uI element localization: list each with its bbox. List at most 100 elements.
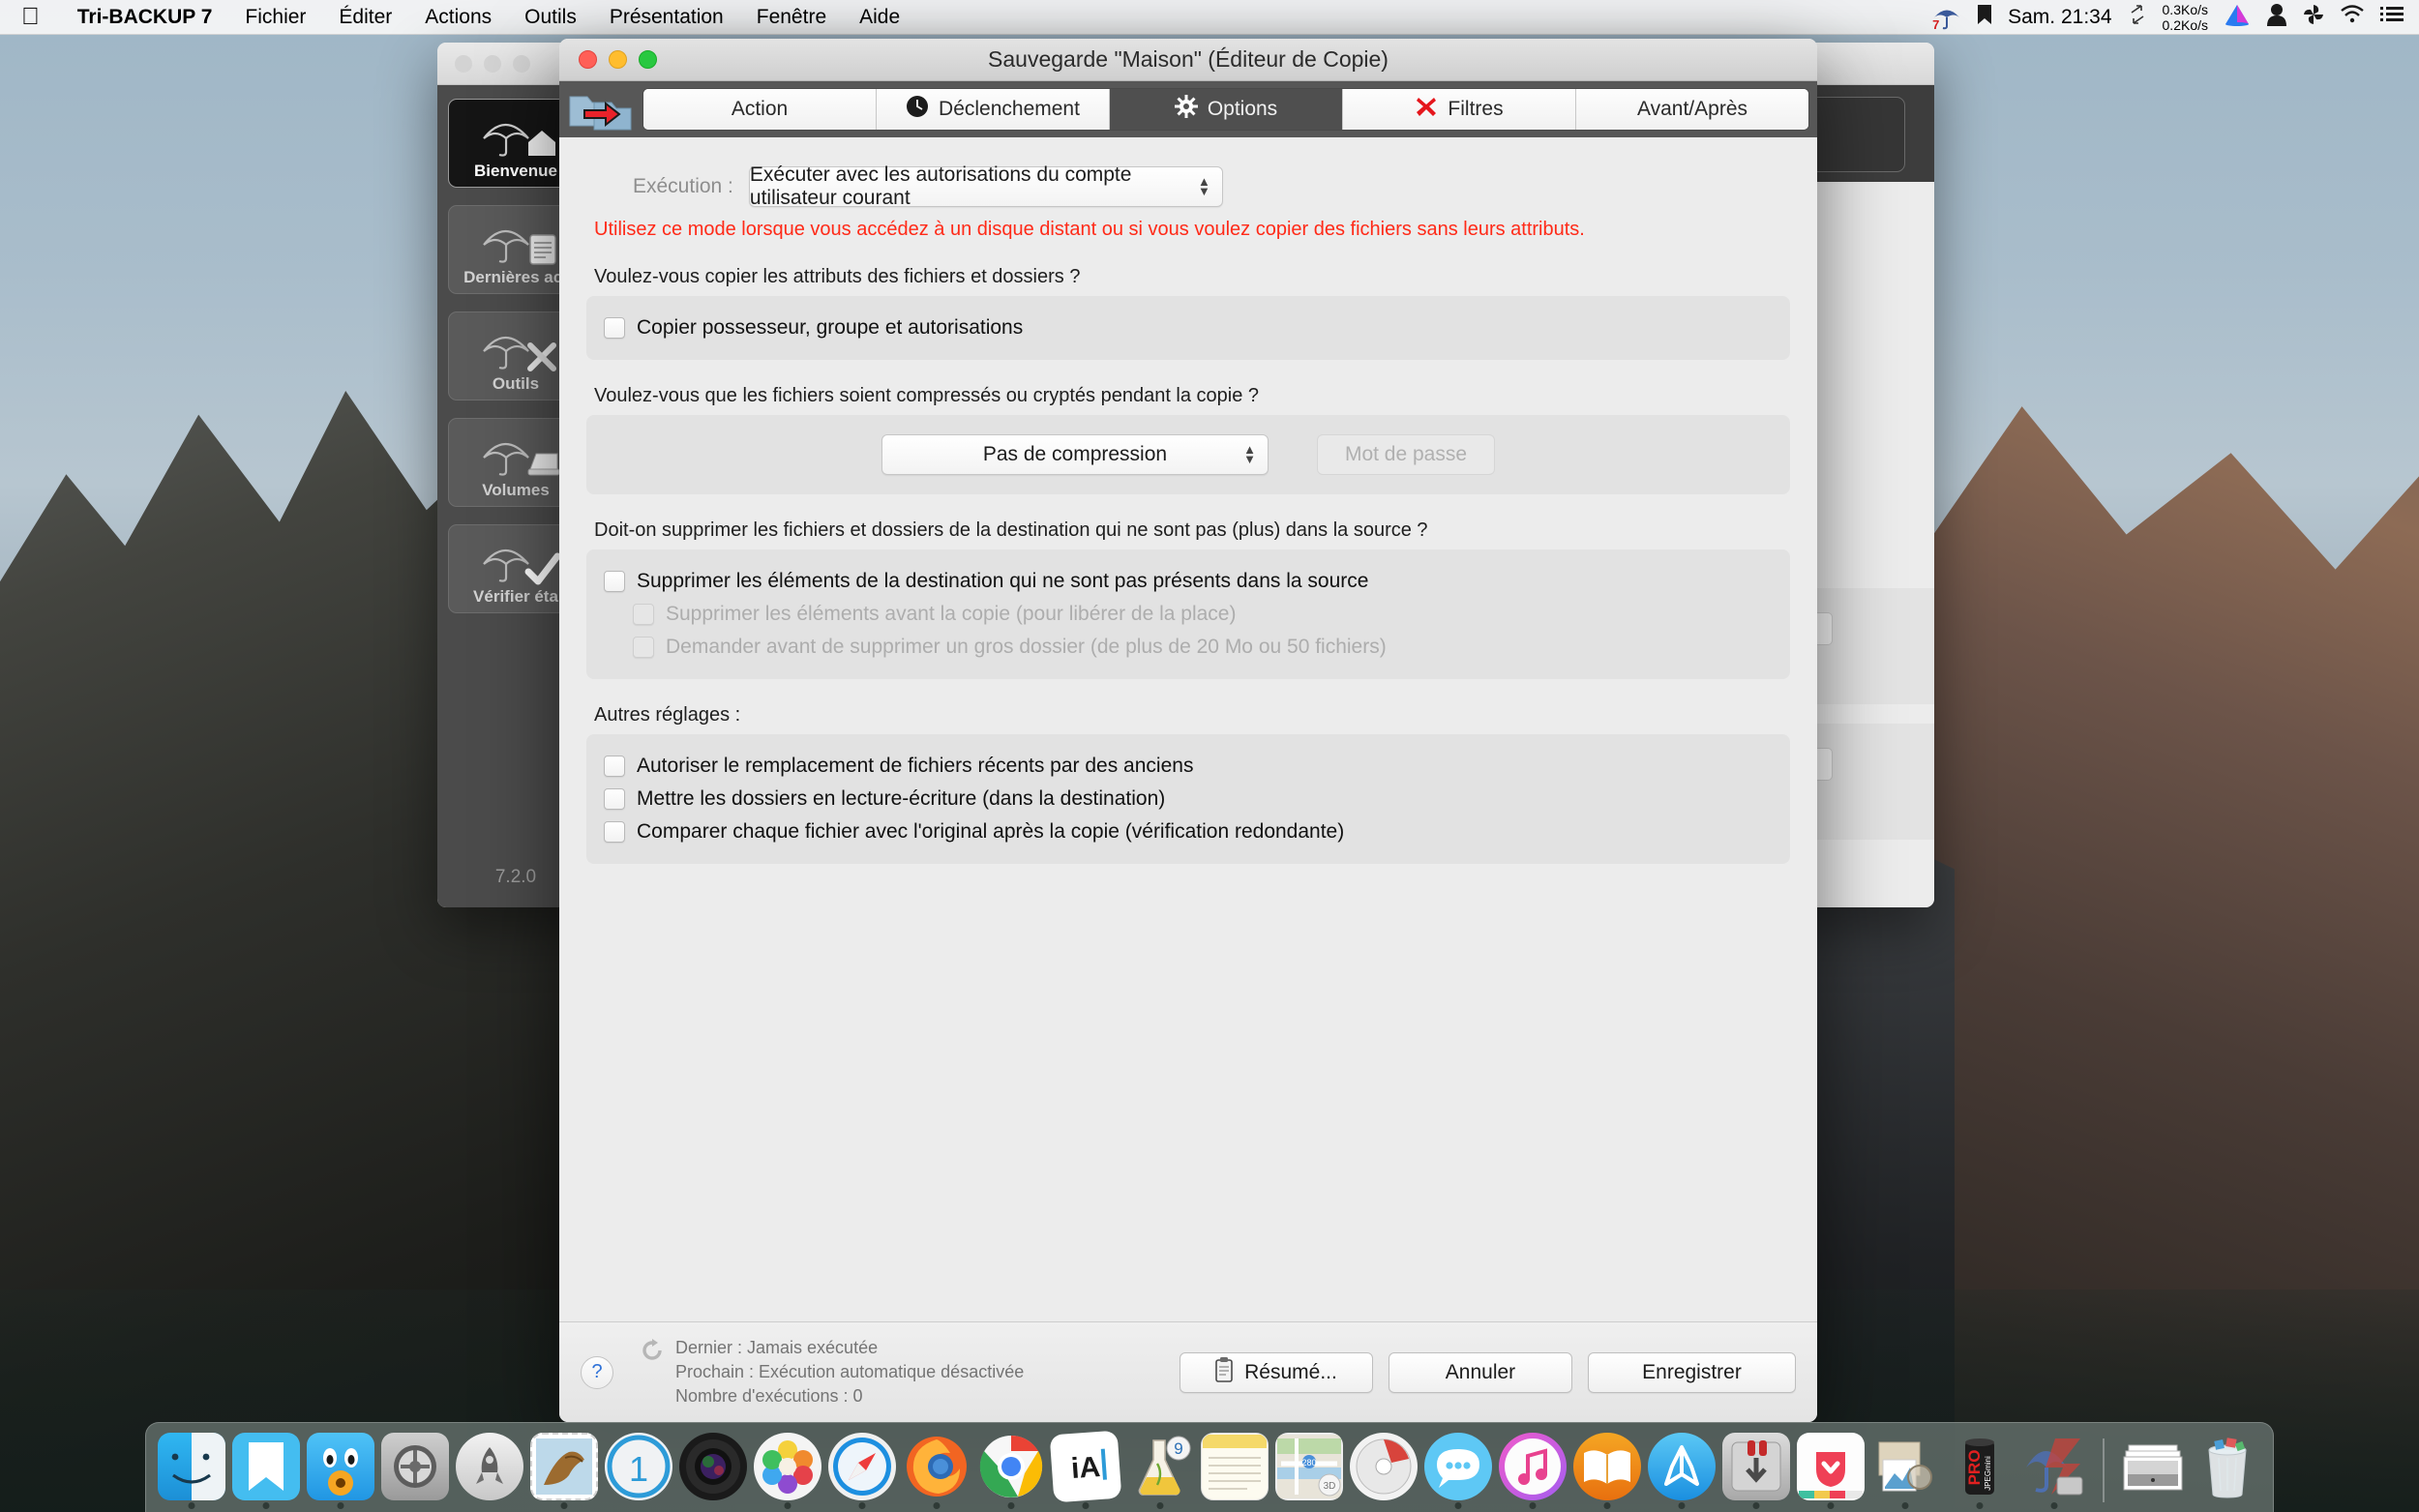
- dock-item-mail[interactable]: [530, 1431, 598, 1512]
- bg-close-button[interactable]: [455, 54, 472, 73]
- dock-item-safari[interactable]: [828, 1431, 896, 1512]
- clock-icon: [906, 95, 929, 124]
- checkbox-row-delete-missing[interactable]: Supprimer les éléments de la destination…: [604, 565, 1773, 598]
- cloud-icon[interactable]: [2224, 3, 2251, 32]
- dock-item-system-preferences[interactable]: [381, 1431, 449, 1512]
- tab-filtres-label: Filtres: [1448, 98, 1504, 120]
- dock-item-stacks-folder[interactable]: [2119, 1431, 2187, 1512]
- running-indicator: [1454, 1502, 1462, 1509]
- running-indicator: [933, 1502, 941, 1509]
- dock-item-ia-writer[interactable]: iA: [1049, 1430, 1122, 1512]
- wifi-icon[interactable]: [2340, 4, 2365, 30]
- menu-item-fichier[interactable]: Fichier: [228, 6, 322, 29]
- dock-item-transmit[interactable]: [1722, 1431, 1790, 1512]
- checkbox-row-allow-replace-newer[interactable]: Autoriser le remplacement de fichiers ré…: [604, 750, 1773, 783]
- zoom-button[interactable]: [639, 50, 657, 69]
- bg-minimize-button[interactable]: [484, 54, 501, 73]
- menu-app-name[interactable]: Tri-BACKUP 7: [61, 6, 229, 29]
- copy-editor-window[interactable]: Sauvegarde "Maison" (Éditeur de Copie) A…: [559, 39, 1817, 1422]
- user-icon[interactable]: [2266, 3, 2287, 32]
- stacks-folder-icon: [2119, 1433, 2187, 1500]
- save-button[interactable]: Enregistrer: [1588, 1351, 1796, 1393]
- sidebar-label-bienvenue: Bienvenue: [474, 162, 557, 180]
- tab-declenchement[interactable]: Déclenchement: [877, 89, 1110, 130]
- allow-replace-newer-checkbox[interactable]: [604, 756, 625, 777]
- compression-select[interactable]: Pas de compression ▲ ▼: [881, 434, 1269, 475]
- checkbox-row-read-write-folders[interactable]: Mettre les dossiers en lecture-écriture …: [604, 783, 1773, 815]
- dock-item-jpegmini-pro[interactable]: PRO JPEGmini: [1946, 1431, 2014, 1512]
- dock-item-photos[interactable]: [754, 1431, 821, 1512]
- dock-item-tri-backup[interactable]: [2020, 1431, 2088, 1512]
- chrome-icon: [977, 1433, 1045, 1500]
- dock-item-tweetbot[interactable]: [307, 1431, 374, 1512]
- onepassword-icon: 1: [605, 1433, 672, 1500]
- tab-avant-apres[interactable]: Avant/Après: [1576, 89, 1808, 130]
- menu-item-aide[interactable]: Aide: [843, 6, 916, 29]
- dock-item-launchpad[interactable]: [456, 1431, 523, 1512]
- menu-item-outils[interactable]: Outils: [508, 6, 593, 29]
- dock-item-ibooks[interactable]: [1573, 1431, 1641, 1512]
- checkbox-row-delete-before-copy: Supprimer les éléments avant la copie (p…: [604, 598, 1773, 631]
- folder-copy-arrow-icon[interactable]: [569, 87, 633, 132]
- window-controls: [559, 50, 657, 69]
- pinwheel-icon[interactable]: [2303, 4, 2324, 31]
- dock-item-1password[interactable]: 1: [605, 1431, 672, 1512]
- dock-item-hype[interactable]: 9: [1126, 1431, 1194, 1512]
- dock-item-finder[interactable]: [158, 1431, 225, 1512]
- execution-mode-select[interactable]: Exécuter avec les autorisations du compt…: [748, 163, 1223, 209]
- menu-item-fenetre[interactable]: Fenêtre: [740, 6, 843, 29]
- delete-missing-checkbox[interactable]: [604, 571, 625, 592]
- tri-backup-umbrella-icon[interactable]: 7: [1932, 5, 1961, 32]
- dock-item-firefox[interactable]: [903, 1431, 971, 1512]
- running-indicator: [1603, 1502, 1611, 1509]
- dock-item-pocket[interactable]: [1797, 1431, 1865, 1512]
- bookmark-icon[interactable]: [1977, 4, 1992, 31]
- chevron-updown-icon: ▲ ▼: [1198, 174, 1210, 198]
- copy-owner-checkbox[interactable]: [604, 317, 625, 339]
- checkbox-row-copy-owner[interactable]: Copier possesseur, groupe et autorisatio…: [604, 311, 1773, 344]
- menu-item-actions[interactable]: Actions: [408, 6, 508, 29]
- tab-segmented-control: Action Déclenchement Options Filtres Ava…: [642, 88, 1809, 131]
- network-rate[interactable]: 0.3Ko/s 0.2Ko/s: [2163, 2, 2208, 33]
- menu-clock[interactable]: Sam. 21:34: [2008, 6, 2111, 29]
- tab-action-label: Action: [731, 98, 789, 120]
- attributes-question: Voulez-vous copier les attributs des fic…: [594, 266, 1081, 287]
- menu-item-presentation[interactable]: Présentation: [593, 6, 740, 29]
- close-button[interactable]: [579, 50, 597, 69]
- dock-item-itunes[interactable]: [1499, 1431, 1567, 1512]
- tab-options[interactable]: Options: [1110, 89, 1343, 130]
- minimize-button[interactable]: [609, 50, 627, 69]
- summary-button[interactable]: Résumé...: [1180, 1351, 1373, 1393]
- dock-item-app-store[interactable]: [1648, 1431, 1716, 1512]
- bg-zoom-button[interactable]: [513, 54, 530, 73]
- list-menu-icon[interactable]: [2380, 6, 2404, 29]
- dock-item-trash[interactable]: [2194, 1431, 2261, 1512]
- attributes-panel: Copier possesseur, groupe et autorisatio…: [586, 296, 1790, 360]
- dock-item-image-tool[interactable]: [1871, 1431, 1939, 1512]
- modal-titlebar[interactable]: Sauvegarde "Maison" (Éditeur de Copie): [559, 39, 1817, 81]
- svg-text:PRO: PRO: [1965, 1450, 1984, 1486]
- read-write-folders-checkbox[interactable]: [604, 788, 625, 810]
- dock-item-notes[interactable]: [1201, 1431, 1269, 1512]
- dock-item-chrome[interactable]: [977, 1431, 1045, 1512]
- summary-button-label: Résumé...: [1244, 1360, 1337, 1383]
- other-settings-title: Autres réglages :: [594, 704, 741, 726]
- dock-item-maps[interactable]: 280 3D: [1275, 1431, 1343, 1512]
- compare-after-copy-checkbox[interactable]: [604, 821, 625, 843]
- password-button[interactable]: Mot de passe: [1316, 434, 1496, 475]
- help-button[interactable]: ?: [581, 1355, 613, 1389]
- running-indicator: [560, 1502, 568, 1509]
- running-indicator: [1529, 1502, 1537, 1509]
- checkbox-row-compare-after-copy[interactable]: Comparer chaque fichier avec l'original …: [604, 815, 1773, 848]
- menu-item-editer[interactable]: Éditer: [322, 6, 408, 29]
- dock-item-dvd-player[interactable]: [1350, 1431, 1418, 1512]
- dock-item-messages[interactable]: [1424, 1431, 1492, 1512]
- tab-filtres[interactable]: Filtres: [1343, 89, 1576, 130]
- dock-item-bookmark-app[interactable]: [232, 1431, 300, 1512]
- status-block: Dernier : Jamais exécutée Prochain : Exé…: [641, 1336, 1024, 1408]
- apple-logo-icon[interactable]: : [0, 5, 61, 29]
- network-arrows-icon[interactable]: [2128, 3, 2147, 32]
- dock-item-camera-app[interactable]: [679, 1431, 747, 1512]
- cancel-button[interactable]: Annuler: [1389, 1351, 1572, 1393]
- tab-action[interactable]: Action: [643, 89, 877, 130]
